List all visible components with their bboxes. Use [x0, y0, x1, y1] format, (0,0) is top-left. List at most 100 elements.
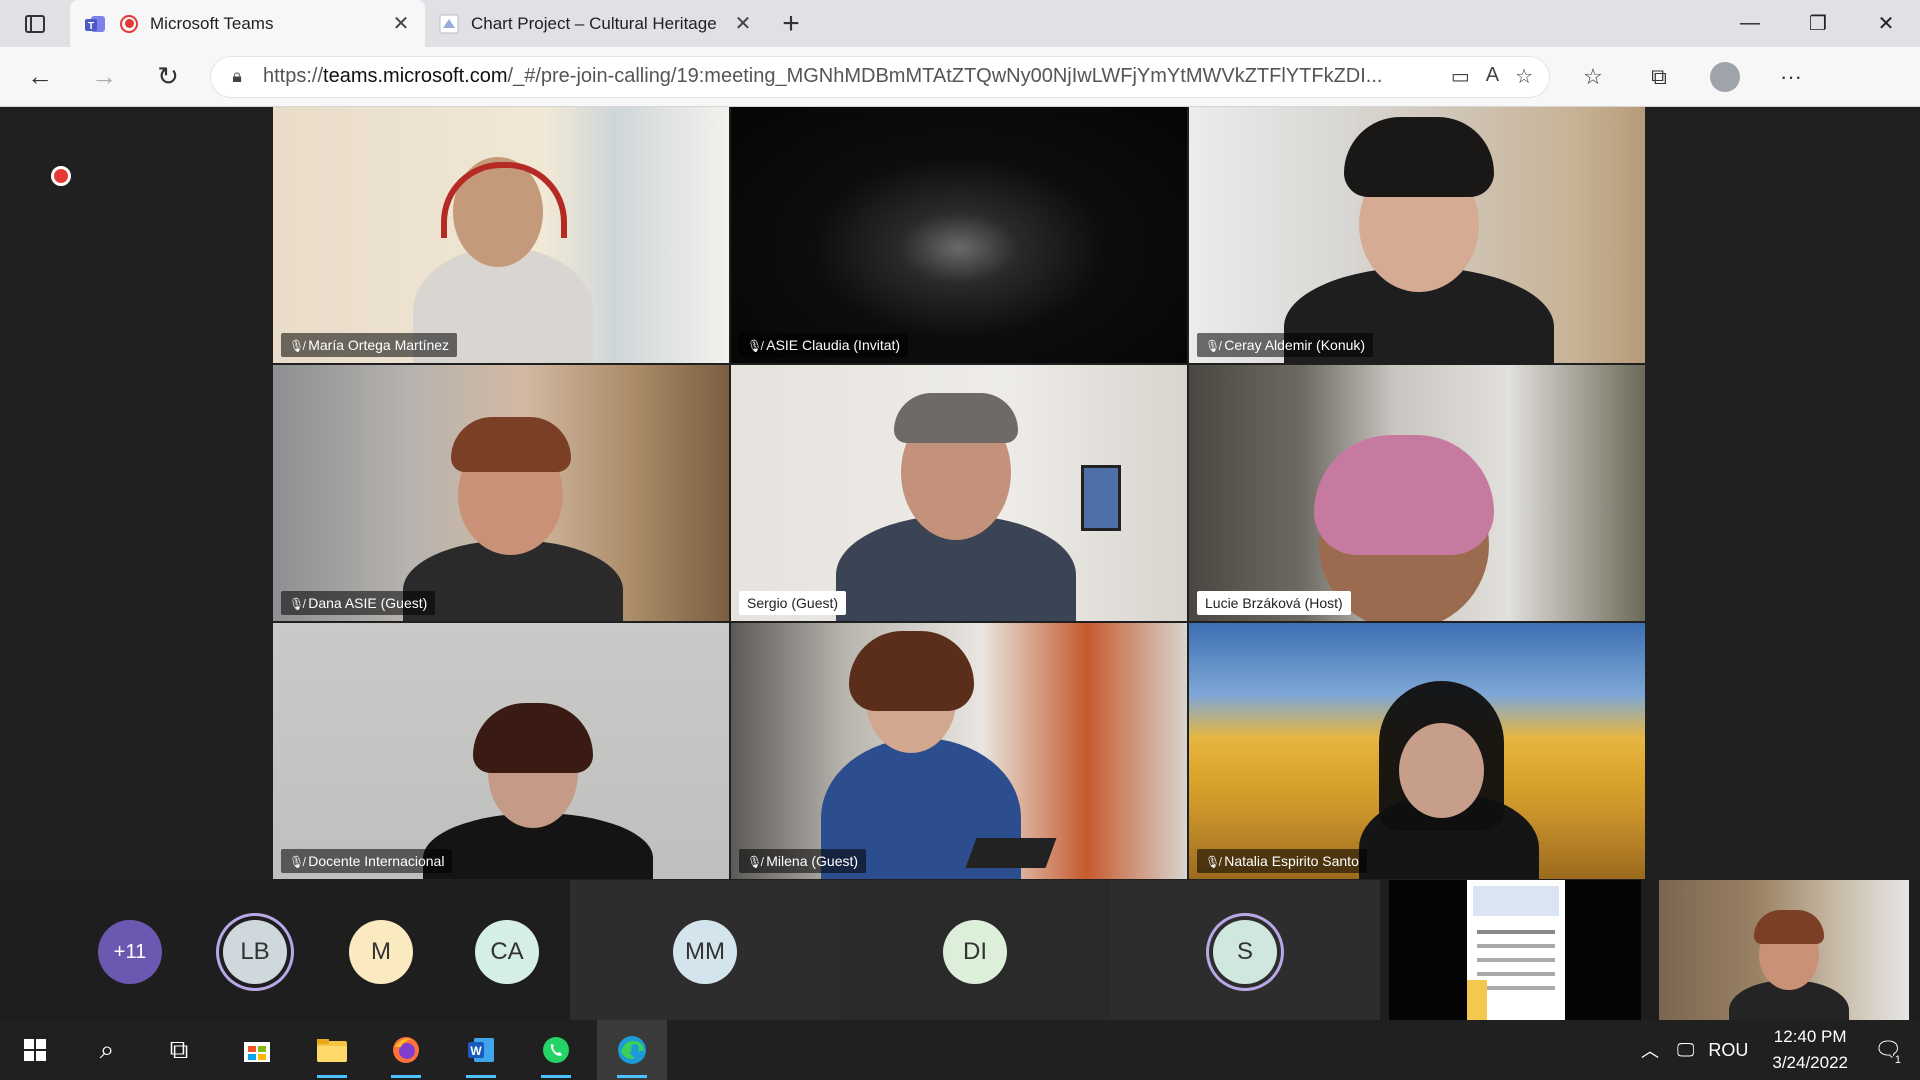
- whatsapp-icon[interactable]: [521, 1020, 591, 1080]
- lock-icon[interactable]: 🔒︎: [211, 66, 263, 87]
- participant-name-label: 🎙︎̸ Natalia Espirito Santo: [1197, 849, 1367, 873]
- participant-tile[interactable]: MM: [570, 880, 840, 1020]
- minimize-icon[interactable]: —: [1716, 0, 1784, 47]
- mic-off-icon: 🎙︎̸: [1205, 339, 1221, 353]
- avatar: DI: [943, 920, 1007, 984]
- mic-off-icon: 🎙︎̸: [289, 855, 305, 869]
- notifications-button[interactable]: 🗨︎ 1: [1868, 1030, 1908, 1070]
- url-text[interactable]: https://teams.microsoft.com/_#/pre-join-…: [263, 65, 1451, 88]
- video-tile[interactable]: 🎙︎̸ Dana ASIE (Guest): [273, 365, 729, 621]
- add-favorite-icon[interactable]: ☆: [1515, 64, 1533, 89]
- more-participants-button[interactable]: +11: [98, 920, 162, 984]
- restore-icon[interactable]: ❐: [1784, 0, 1852, 47]
- headphones: [441, 162, 567, 238]
- participant-name-label: 🎙︎̸ Dana ASIE (Guest): [281, 591, 436, 615]
- participant-strip: +11 LB M CA MM DI S: [0, 880, 1920, 1020]
- tab-title: Microsoft Teams: [150, 13, 274, 33]
- participant-hair: [849, 631, 974, 711]
- document-accent: [1467, 980, 1487, 1020]
- shared-content-thumbnail[interactable]: [1389, 880, 1641, 1020]
- tab-actions-button[interactable]: [0, 0, 70, 47]
- video-tile[interactable]: 🎙︎̸ Milena (Guest): [731, 623, 1187, 879]
- collections-icon[interactable]: ⧉: [1626, 47, 1692, 106]
- participant-tile[interactable]: DI: [840, 880, 1110, 1020]
- participant-name-label: 🎙︎̸ Milena (Guest): [739, 849, 867, 873]
- participant-tile[interactable]: S: [1110, 880, 1380, 1020]
- video-tile[interactable]: Lucie Brzáková (Host): [1189, 365, 1645, 621]
- avatar[interactable]: CA: [475, 920, 539, 984]
- microsoft-store-icon[interactable]: [222, 1020, 292, 1080]
- video-tile[interactable]: 🎙︎̸ Docente Internacional: [273, 623, 729, 879]
- tab-microsoft-teams[interactable]: T Microsoft Teams ✕: [70, 0, 425, 47]
- wall-poster: [1081, 465, 1121, 531]
- video-tile[interactable]: 🎙︎̸ María Ortega Martínez: [273, 107, 729, 363]
- start-button[interactable]: [0, 1020, 70, 1080]
- participant-face: [1399, 723, 1484, 818]
- favorites-icon[interactable]: ☆: [1560, 47, 1626, 106]
- tab-actions-icon: [25, 14, 45, 33]
- network-icon[interactable]: 🖵︎: [1677, 1040, 1694, 1061]
- clock-time: 12:40 PM: [1773, 1027, 1847, 1046]
- document-header: [1473, 886, 1559, 916]
- video-tile[interactable]: Sergio (Guest): [731, 365, 1187, 621]
- address-bar[interactable]: 🔒︎ https://teams.microsoft.com/_#/pre-jo…: [210, 55, 1550, 98]
- avatar: MM: [673, 920, 737, 984]
- participant-hair: [451, 417, 571, 472]
- refresh-button[interactable]: ↻: [136, 47, 200, 106]
- document-lines: [1477, 930, 1555, 934]
- close-tab-icon[interactable]: ✕: [391, 11, 411, 36]
- keyboard: [965, 838, 1057, 868]
- participant-hair: [1344, 117, 1494, 197]
- avatar[interactable]: M: [349, 920, 413, 984]
- participant-name-label: 🎙︎̸ Ceray Aldemir (Konuk): [1197, 333, 1374, 357]
- search-icon[interactable]: ⌕: [72, 1020, 142, 1080]
- participant-name-label: Lucie Brzáková (Host): [1197, 591, 1351, 615]
- mic-off-icon: 🎙︎̸: [1205, 855, 1221, 869]
- forward-button[interactable]: →: [72, 47, 136, 106]
- chevron-up-icon[interactable]: ︿: [1641, 1037, 1659, 1063]
- mic-off-icon: 🎙︎̸: [289, 597, 305, 611]
- avatar: [1710, 61, 1740, 92]
- mic-off-icon: 🎙︎̸: [747, 339, 763, 353]
- browser-toolbar: ← → ↻ 🔒︎ https://teams.microsoft.com/_#/…: [0, 47, 1920, 107]
- close-window-icon[interactable]: ✕: [1852, 0, 1920, 47]
- file-explorer-icon[interactable]: [297, 1020, 367, 1080]
- word-icon[interactable]: W: [446, 1020, 516, 1080]
- recording-indicator-icon: [51, 166, 71, 186]
- read-aloud-icon[interactable]: A: [1486, 64, 1499, 89]
- tab-chart-project[interactable]: Chart Project – Cultural Heritage ✕: [425, 0, 767, 47]
- close-tab-icon[interactable]: ✕: [733, 11, 753, 36]
- avatar: S: [1213, 920, 1277, 984]
- notification-count-badge: 1: [1891, 1054, 1904, 1066]
- participant-name-label: 🎙︎̸ Docente Internacional: [281, 849, 453, 873]
- avatar[interactable]: LB: [223, 920, 287, 984]
- participant-name-label: 🎙︎̸ ASIE Claudia (Invitat): [739, 333, 909, 357]
- svg-text:W: W: [470, 1044, 482, 1058]
- document-favicon-icon: [439, 14, 459, 33]
- mic-off-icon: 🎙︎̸: [747, 855, 763, 869]
- recording-tab-icon: [120, 14, 138, 33]
- video-tile[interactable]: 🎙︎̸ Ceray Aldemir (Konuk): [1189, 107, 1645, 363]
- profile-button[interactable]: [1692, 47, 1758, 106]
- system-tray: ︿ 🖵︎ ROU 12:40 PM 3/24/2022 🗨︎ 1: [1641, 1020, 1920, 1080]
- firefox-icon[interactable]: [371, 1020, 441, 1080]
- participant-hair: [894, 393, 1018, 443]
- participant-name-label: 🎙︎̸ María Ortega Martínez: [281, 333, 458, 357]
- more-menu-icon[interactable]: ···: [1758, 47, 1824, 106]
- new-tab-button[interactable]: +: [767, 0, 815, 47]
- edge-icon[interactable]: [597, 1020, 667, 1080]
- task-view-icon[interactable]: ⧉: [144, 1020, 214, 1080]
- self-video-preview[interactable]: [1659, 880, 1909, 1020]
- participant-hair: [1314, 435, 1494, 555]
- svg-text:T: T: [88, 21, 94, 32]
- teams-icon: T: [85, 15, 105, 32]
- system-clock[interactable]: 12:40 PM 3/24/2022: [1772, 1024, 1848, 1076]
- participant-hair: [473, 703, 593, 773]
- video-tile[interactable]: 🎙︎̸ Natalia Espirito Santo: [1189, 623, 1645, 879]
- camera-icon[interactable]: ▭: [1451, 64, 1470, 89]
- video-tile[interactable]: 🎙︎̸ ASIE Claudia (Invitat): [731, 107, 1187, 363]
- language-indicator[interactable]: ROU: [1708, 1040, 1748, 1061]
- tab-title: Chart Project – Cultural Heritage: [471, 13, 717, 33]
- window-controls: — ❐ ✕: [1716, 0, 1920, 47]
- back-button[interactable]: ←: [8, 47, 72, 106]
